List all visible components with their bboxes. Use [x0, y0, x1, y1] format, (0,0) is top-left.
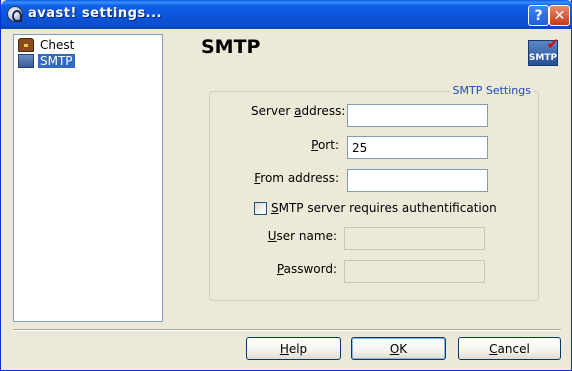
- chest-icon: [18, 38, 34, 52]
- user-name-input: [344, 227, 485, 250]
- auth-checkbox-label: SMTP server requires authentification: [271, 201, 497, 215]
- title-close-button[interactable]: ✕: [549, 5, 570, 26]
- port-input[interactable]: [347, 136, 488, 159]
- tree-item-label: SMTP: [38, 54, 75, 68]
- tree-item-label: Chest: [40, 38, 75, 52]
- password-label: Password:: [276, 262, 337, 276]
- server-address-label: Server address:: [251, 104, 346, 118]
- auth-checkbox[interactable]: [254, 201, 267, 215]
- page-title: SMTP: [201, 36, 261, 58]
- title-help-button[interactable]: ?: [528, 5, 549, 26]
- settings-window: avast! settings... ? ✕ Chest SMTP SMTP S…: [0, 0, 572, 371]
- settings-tree[interactable]: Chest SMTP: [13, 34, 163, 322]
- from-address-label: From address:: [254, 171, 339, 185]
- ok-button[interactable]: OK: [351, 337, 446, 360]
- user-name-label: User name:: [267, 229, 337, 243]
- server-address-input[interactable]: [347, 104, 488, 127]
- auth-checkbox-row[interactable]: SMTP server requires authentification: [254, 201, 497, 215]
- smtp-header-icon-text: SMTP: [528, 53, 558, 63]
- from-address-input[interactable]: [347, 169, 488, 192]
- question-mark-icon: ?: [534, 7, 543, 24]
- close-icon: ✕: [553, 7, 566, 24]
- cancel-button[interactable]: Cancel: [458, 337, 561, 360]
- tree-item-chest[interactable]: Chest: [18, 37, 76, 53]
- title-bar[interactable]: avast! settings... ? ✕: [1, 0, 572, 29]
- tree-item-smtp[interactable]: SMTP: [18, 53, 75, 69]
- smtp-icon: [18, 54, 34, 68]
- avast-app-icon: [7, 6, 23, 22]
- group-label: SMTP Settings: [449, 84, 534, 97]
- port-label: Port:: [311, 138, 339, 152]
- help-button[interactable]: Help: [246, 337, 341, 360]
- checkmark-icon: ✔: [546, 35, 559, 53]
- window-title: avast! settings...: [28, 6, 162, 21]
- password-input: [344, 260, 485, 283]
- footer-separator: [13, 329, 561, 331]
- smtp-header-icon: SMTP ✔: [528, 35, 559, 66]
